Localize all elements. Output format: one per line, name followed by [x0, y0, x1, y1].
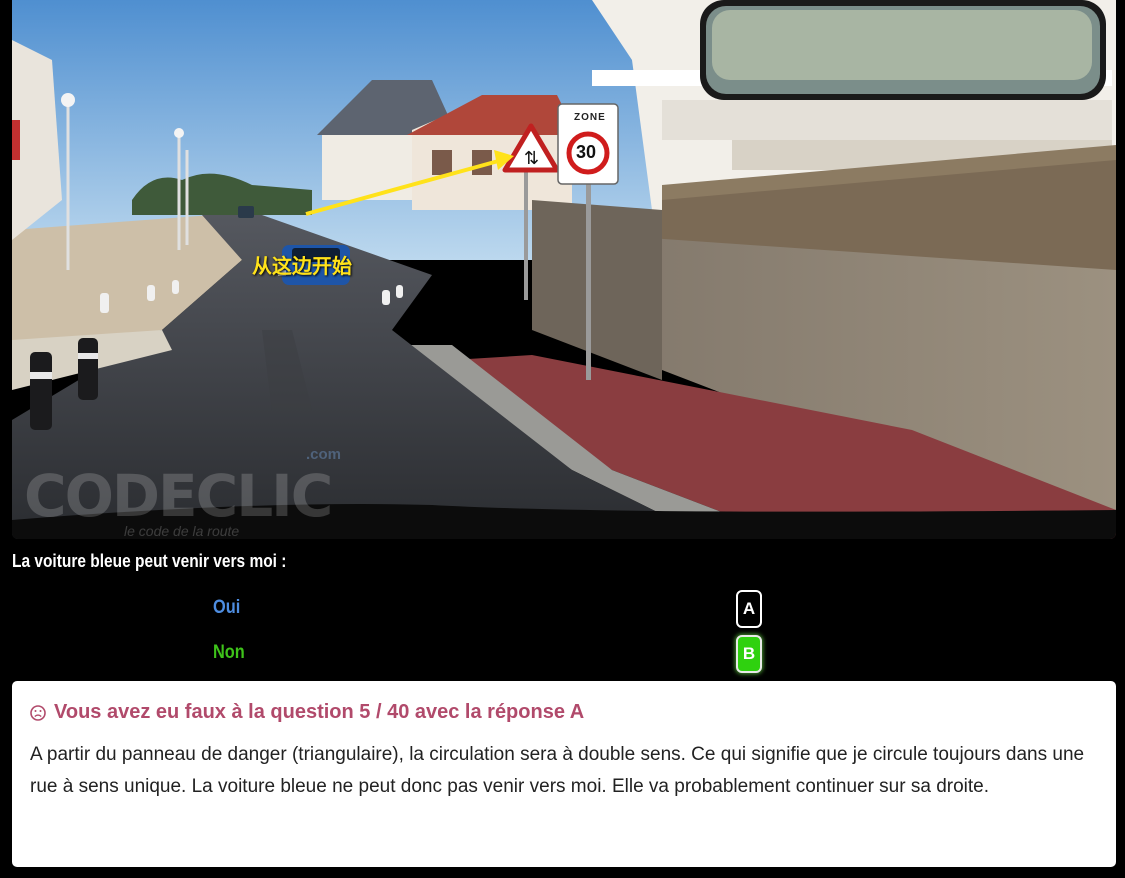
- answer-option-b[interactable]: Non B: [0, 634, 1125, 674]
- annotation-label: 从这边开始: [252, 254, 352, 278]
- road-scene-photo: ⇅ ZONE 30 CODECLIC .com le code de la ro…: [12, 0, 1116, 539]
- road-scene-illustration: ⇅: [12, 0, 1116, 539]
- svg-text:⇅: ⇅: [524, 148, 539, 169]
- feedback-title: Vous avez eu faux à la question 5 / 40 a…: [54, 701, 585, 723]
- answer-option-a[interactable]: Oui A: [0, 589, 1125, 629]
- question-text: La voiture bleue peut venir vers moi :: [12, 551, 287, 571]
- feedback-panel: Vous avez eu faux à la question 5 / 40 a…: [12, 681, 1116, 867]
- sign-zone-text: ZONE: [574, 112, 606, 123]
- feedback-title-row: Vous avez eu faux à la question 5 / 40 a…: [30, 701, 1098, 724]
- watermark-domain: .com: [306, 446, 342, 463]
- sign-speed-text: 30: [576, 142, 597, 162]
- sad-face-icon: [30, 704, 46, 721]
- answer-b-key-button[interactable]: B: [736, 635, 762, 673]
- answer-b-label[interactable]: Non: [213, 642, 245, 664]
- watermark-tagline: le code de la route: [124, 523, 240, 539]
- answer-a-label[interactable]: Oui: [213, 597, 240, 619]
- watermark-brand: CODECLIC: [24, 462, 333, 530]
- answer-a-key-button[interactable]: A: [736, 590, 762, 628]
- feedback-explanation: A partir du panneau de danger (triangula…: [30, 744, 1085, 797]
